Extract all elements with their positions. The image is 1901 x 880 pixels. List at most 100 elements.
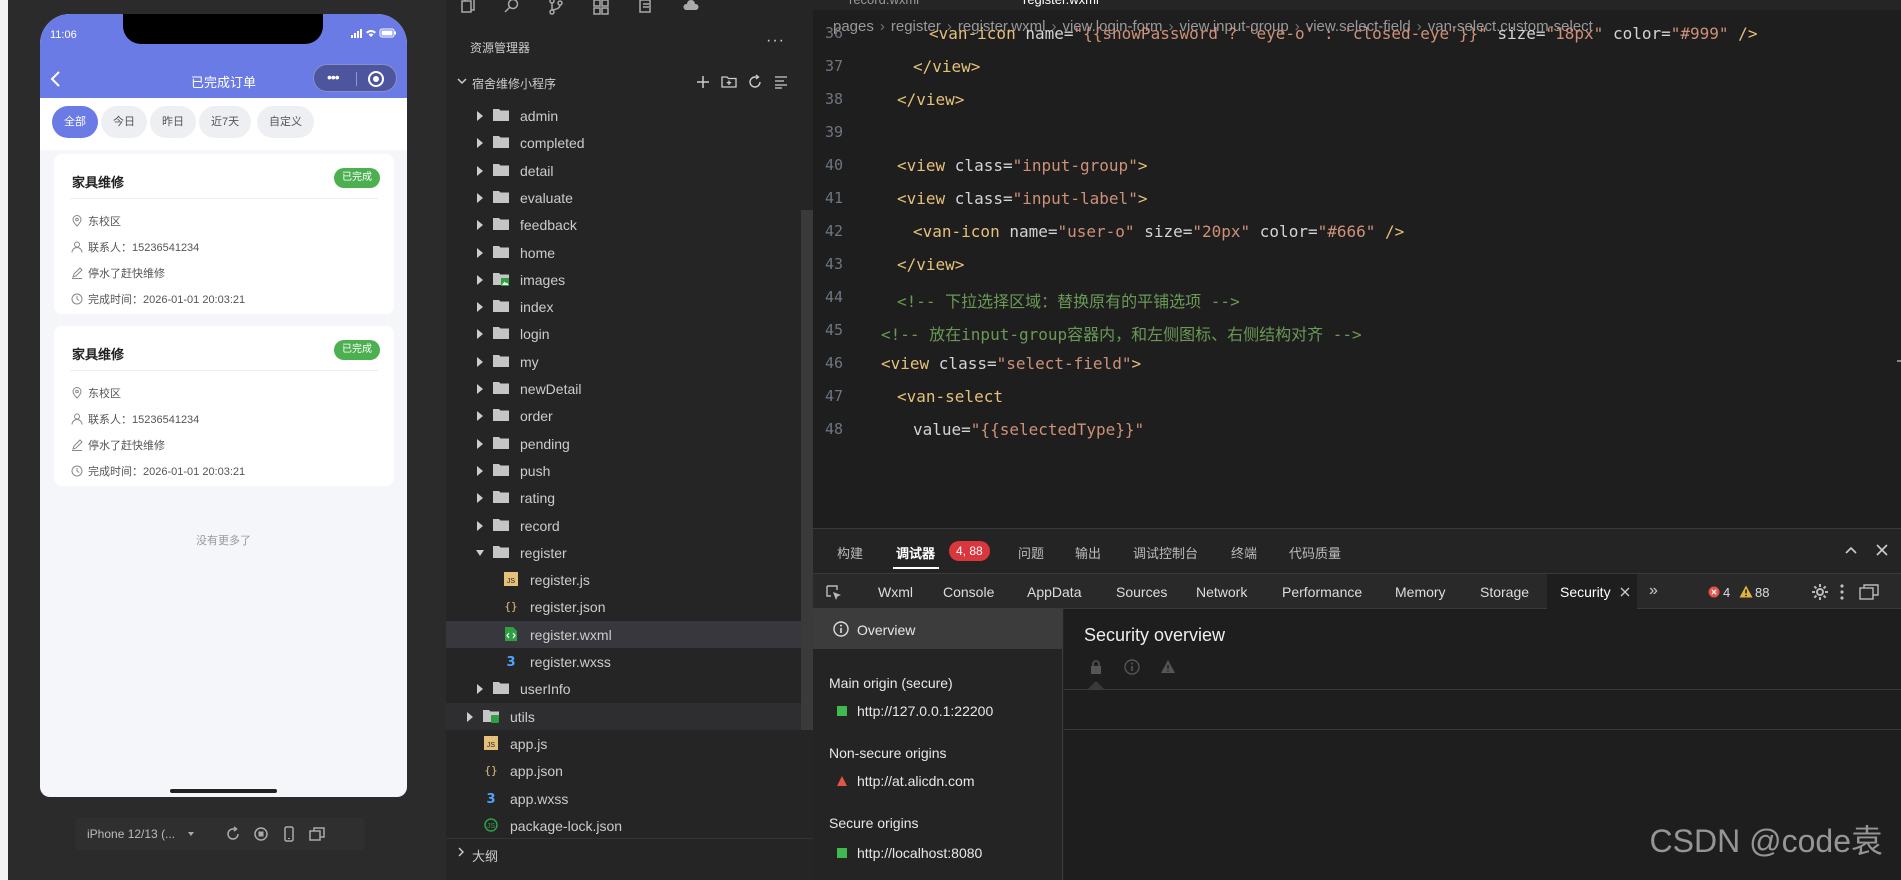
- filter-chip-today[interactable]: 今日: [101, 106, 147, 138]
- filter-chip-custom[interactable]: 自定义: [257, 106, 314, 138]
- tree-item-detail[interactable]: detail: [446, 157, 806, 184]
- source-control-icon[interactable]: [547, 0, 565, 16]
- caret-right-icon[interactable]: [476, 165, 484, 176]
- caret-right-icon[interactable]: [476, 493, 484, 504]
- tree-item-pending[interactable]: pending: [446, 430, 806, 457]
- explorer-scrollbar[interactable]: [801, 210, 813, 730]
- caret-down-icon[interactable]: [187, 830, 195, 838]
- gear-icon[interactable]: [1811, 583, 1829, 601]
- error-count[interactable]: 4: [1723, 585, 1730, 600]
- close-target-icon[interactable]: [368, 71, 384, 87]
- tree-item-package-lock-json[interactable]: JS package-lock.json: [446, 812, 806, 839]
- devtools-tab-memory[interactable]: Memory: [1395, 584, 1446, 600]
- caret-down-icon[interactable]: [476, 548, 484, 558]
- tree-item-order[interactable]: order: [446, 402, 806, 429]
- devtools-tab-sources[interactable]: Sources: [1116, 584, 1167, 600]
- tree-item-feedback[interactable]: feedback: [446, 211, 806, 238]
- caret-right-icon[interactable]: [476, 384, 484, 394]
- more-tabs-icon[interactable]: »: [1649, 582, 1658, 600]
- tree-item-images[interactable]: images: [446, 266, 806, 293]
- caret-right-icon[interactable]: [476, 302, 484, 313]
- filter-chip-all[interactable]: 全部: [52, 106, 98, 138]
- tab-code-quality[interactable]: 代码质量: [1289, 543, 1341, 562]
- caret-right-icon[interactable]: [476, 520, 484, 531]
- tree-item-rating[interactable]: rating: [446, 484, 806, 511]
- inspect-element-icon[interactable]: [825, 584, 843, 602]
- tab-debugger[interactable]: 调试器: [896, 543, 935, 562]
- cloud-icon[interactable]: [682, 0, 700, 16]
- caret-right-icon[interactable]: [476, 274, 484, 285]
- devtools-tab-appdata[interactable]: AppData: [1027, 584, 1081, 600]
- devtools-tab-wxml[interactable]: Wxml: [878, 584, 913, 600]
- caret-right-icon[interactable]: [476, 111, 484, 121]
- filter-chip-7days[interactable]: 近7天: [199, 106, 252, 138]
- tree-item-login[interactable]: login: [446, 320, 806, 347]
- tree-item-home[interactable]: home: [446, 239, 806, 266]
- files-icon[interactable]: [459, 0, 477, 16]
- tree-item-admin[interactable]: admin: [446, 102, 806, 129]
- close-icon[interactable]: [1875, 543, 1889, 557]
- caret-right-icon[interactable]: [476, 247, 484, 258]
- refresh-icon[interactable]: [746, 73, 764, 91]
- caret-right-icon[interactable]: [466, 711, 474, 722]
- devtools-tab-storage[interactable]: Storage: [1480, 584, 1529, 600]
- tab-record-wxml[interactable]: record.wxml: [849, 0, 919, 8]
- tree-item-app-wxss[interactable]: 3 app.wxss: [446, 785, 806, 812]
- collapse-all-icon[interactable]: [772, 73, 790, 91]
- new-folder-icon[interactable]: [720, 73, 738, 91]
- caret-right-icon[interactable]: [476, 220, 484, 231]
- dock-side-icon[interactable]: [1859, 584, 1879, 600]
- tree-item-my[interactable]: my: [446, 348, 806, 375]
- phone-icon[interactable]: [281, 826, 297, 842]
- order-card[interactable]: 家具维修 已完成 东校区 联系人：15236541234 停水了赶快维修 完成时…: [54, 154, 394, 314]
- code-editor[interactable]: record.wxml register.wxml pages›register…: [813, 0, 1901, 528]
- tab-debug-console[interactable]: 调试控制台: [1133, 543, 1198, 562]
- tree-item-app-js[interactable]: JS app.js: [446, 730, 806, 757]
- caret-right-icon[interactable]: [476, 329, 484, 340]
- code-line[interactable]: 48 value="{{selectedType}}": [813, 420, 1901, 460]
- order-card[interactable]: 家具维修 已完成 东校区 联系人：15236541234 停水了赶快维修 完成时…: [54, 326, 394, 486]
- debug-icon[interactable]: [637, 0, 655, 16]
- tree-item-app-json[interactable]: {} app.json: [446, 757, 806, 784]
- tree-item-push[interactable]: push: [446, 457, 806, 484]
- kebab-menu-icon[interactable]: [1837, 583, 1847, 601]
- tree-item-register[interactable]: register: [446, 539, 806, 566]
- tree-item-record[interactable]: record: [446, 512, 806, 539]
- tree-item-evaluate[interactable]: evaluate: [446, 184, 806, 211]
- tree-item-register-js[interactable]: JS register.js: [446, 566, 806, 593]
- tree-item-userinfo[interactable]: userInfo: [446, 675, 806, 702]
- close-tab-icon[interactable]: [1620, 587, 1630, 597]
- caret-right-icon[interactable]: [476, 684, 484, 695]
- caret-right-icon[interactable]: [476, 465, 484, 476]
- project-root[interactable]: 宿舍维修小程序: [446, 70, 813, 94]
- tab-build[interactable]: 构建: [837, 543, 863, 562]
- devtools-tab-console[interactable]: Console: [943, 584, 994, 600]
- devtools-tab-security[interactable]: Security: [1560, 584, 1611, 600]
- extensions-icon[interactable]: [592, 0, 610, 16]
- tree-item-register-wxss[interactable]: 3 register.wxss: [446, 648, 806, 675]
- caret-right-icon[interactable]: [476, 192, 484, 203]
- tree-item-newdetail[interactable]: newDetail: [446, 375, 806, 402]
- caret-right-icon[interactable]: [476, 356, 484, 367]
- tree-item-completed[interactable]: completed: [446, 129, 806, 156]
- tree-item-register-wxml[interactable]: register.wxml: [446, 620, 806, 648]
- more-actions-icon[interactable]: ···: [766, 32, 785, 50]
- new-file-icon[interactable]: [694, 73, 712, 91]
- more-dots-icon[interactable]: •••: [327, 69, 340, 85]
- caret-right-icon[interactable]: [476, 138, 484, 149]
- multi-window-icon[interactable]: [309, 826, 325, 842]
- tree-item-register-json[interactable]: {} register.json: [446, 593, 806, 620]
- rotate-icon[interactable]: [225, 826, 241, 842]
- tree-item-index[interactable]: index: [446, 293, 806, 320]
- device-select[interactable]: iPhone 12/13 (...: [87, 827, 175, 841]
- record-icon[interactable]: [253, 826, 269, 842]
- tab-problems[interactable]: 问题: [1018, 543, 1044, 562]
- warning-count[interactable]: 88: [1755, 585, 1769, 600]
- devtools-tab-network[interactable]: Network: [1196, 584, 1247, 600]
- tab-register-wxml[interactable]: register.wxml: [1023, 0, 1099, 8]
- security-overview-item[interactable]: Overview: [813, 609, 1062, 649]
- tab-terminal[interactable]: 终端: [1231, 543, 1257, 562]
- outline-section[interactable]: 大纲: [446, 838, 813, 864]
- devtools-tab-performance[interactable]: Performance: [1282, 584, 1362, 600]
- chevron-up-icon[interactable]: [1843, 543, 1859, 557]
